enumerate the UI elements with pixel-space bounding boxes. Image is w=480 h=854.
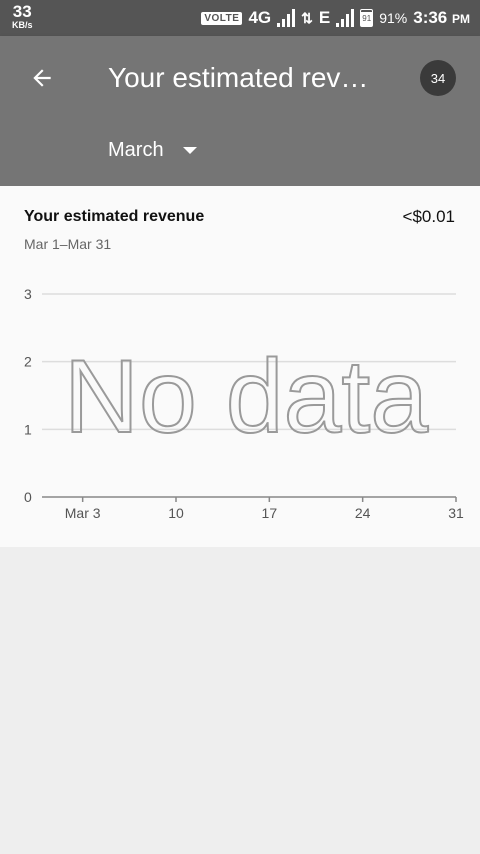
dropdown-arrow-icon (182, 147, 197, 154)
chart-x-ticks: Mar 3 10 17 24 31 (65, 497, 464, 521)
signal-strength-icon (277, 9, 296, 27)
network-speed: 33 KB/s (12, 3, 33, 30)
app-bar: Your estimated rev… 34 March (0, 36, 480, 186)
battery-icon: 91 (360, 9, 374, 27)
x-tick-label: 24 (355, 505, 371, 521)
x-tick-label: 31 (448, 505, 464, 521)
clock: 3:36 PM (413, 8, 470, 28)
account-badge[interactable]: 34 (420, 60, 456, 96)
clock-ampm: PM (452, 12, 470, 26)
data-transfer-icon: ⇅ (301, 9, 313, 26)
back-button[interactable] (24, 60, 60, 96)
battery-percent: 91% (379, 10, 408, 26)
status-icons: VOLTE 4G ⇅ E 91 91% 3:36 PM (201, 0, 470, 36)
volte-badge: VOLTE (201, 11, 243, 25)
y-tick-label: 2 (24, 354, 32, 370)
x-tick-label: Mar 3 (65, 505, 101, 521)
month-dropdown[interactable]: March (108, 136, 198, 164)
network-speed-unit: KB/s (12, 20, 33, 30)
page-title: Your estimated rev… (108, 62, 369, 93)
y-tick-label: 3 (24, 286, 32, 302)
status-bar: 33 KB/s VOLTE 4G ⇅ E 91 91% 3:36 PM (0, 0, 480, 36)
signal-strength-icon-2 (336, 9, 355, 27)
revenue-chart: 3210 Mar 3 10 17 24 31 No data (24, 286, 464, 521)
month-dropdown-label: March (108, 138, 164, 161)
no-data-message: No data (64, 339, 428, 455)
network-type-e: E (318, 8, 331, 27)
x-tick-label: 10 (168, 505, 184, 521)
y-tick-label: 1 (24, 421, 32, 437)
arrow-back-icon (33, 69, 51, 87)
y-tick-label: 0 (24, 489, 32, 505)
network-type-4g: 4G (248, 8, 272, 27)
clock-time: 3:36 (413, 8, 448, 27)
revenue-card[interactable]: Your estimated revenue <$0.01 Mar 1–Mar … (0, 186, 480, 547)
chart-y-ticks: 3 2 1 0 (24, 286, 32, 505)
x-tick-label: 17 (262, 505, 278, 521)
battery-level: 91 (361, 12, 373, 26)
network-speed-value: 33 (12, 2, 32, 21)
